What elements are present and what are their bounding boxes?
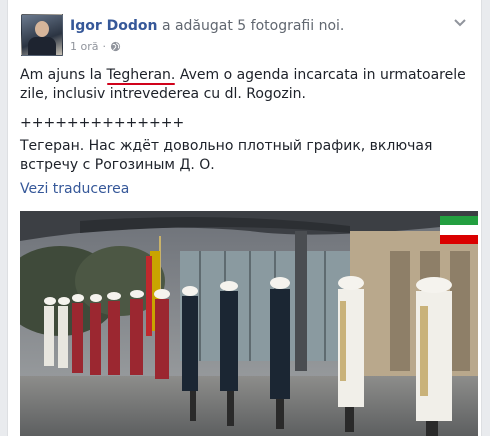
author-name[interactable]: Igor Dodon	[70, 18, 157, 34]
post-text-russian: Тегеран. Нас ждёт довольно плотный графи…	[20, 138, 433, 173]
honor-guard-photo	[20, 211, 478, 436]
avatar-head	[35, 21, 49, 37]
post-meta: 1 oră ·	[70, 40, 121, 53]
avatar-body	[28, 37, 56, 55]
post-separator: ++++++++++++++	[20, 115, 185, 131]
post-text-romanian: Am ajuns la Tegheran. Avem o agenda inca…	[20, 66, 475, 104]
see-translation-link[interactable]: Vezi traducerea	[20, 181, 129, 197]
post-timestamp[interactable]: 1 oră	[70, 40, 99, 53]
post-header: Igor Dodon a adăugat 5 fotografii noi.	[70, 18, 344, 34]
meta-dot: ·	[102, 40, 107, 53]
avatar[interactable]	[21, 14, 63, 56]
feed-post: Igor Dodon a adăugat 5 fotografii noi. 1…	[7, 0, 482, 436]
highlighted-word: Tegheran.	[106, 67, 176, 83]
post-photo[interactable]	[20, 211, 478, 436]
post-text-ro-before: Am ajuns la	[20, 67, 107, 83]
post-action: a adăugat 5 fotografii noi.	[161, 18, 345, 34]
chevron-down-icon[interactable]	[453, 17, 467, 29]
globe-icon[interactable]	[110, 41, 121, 52]
